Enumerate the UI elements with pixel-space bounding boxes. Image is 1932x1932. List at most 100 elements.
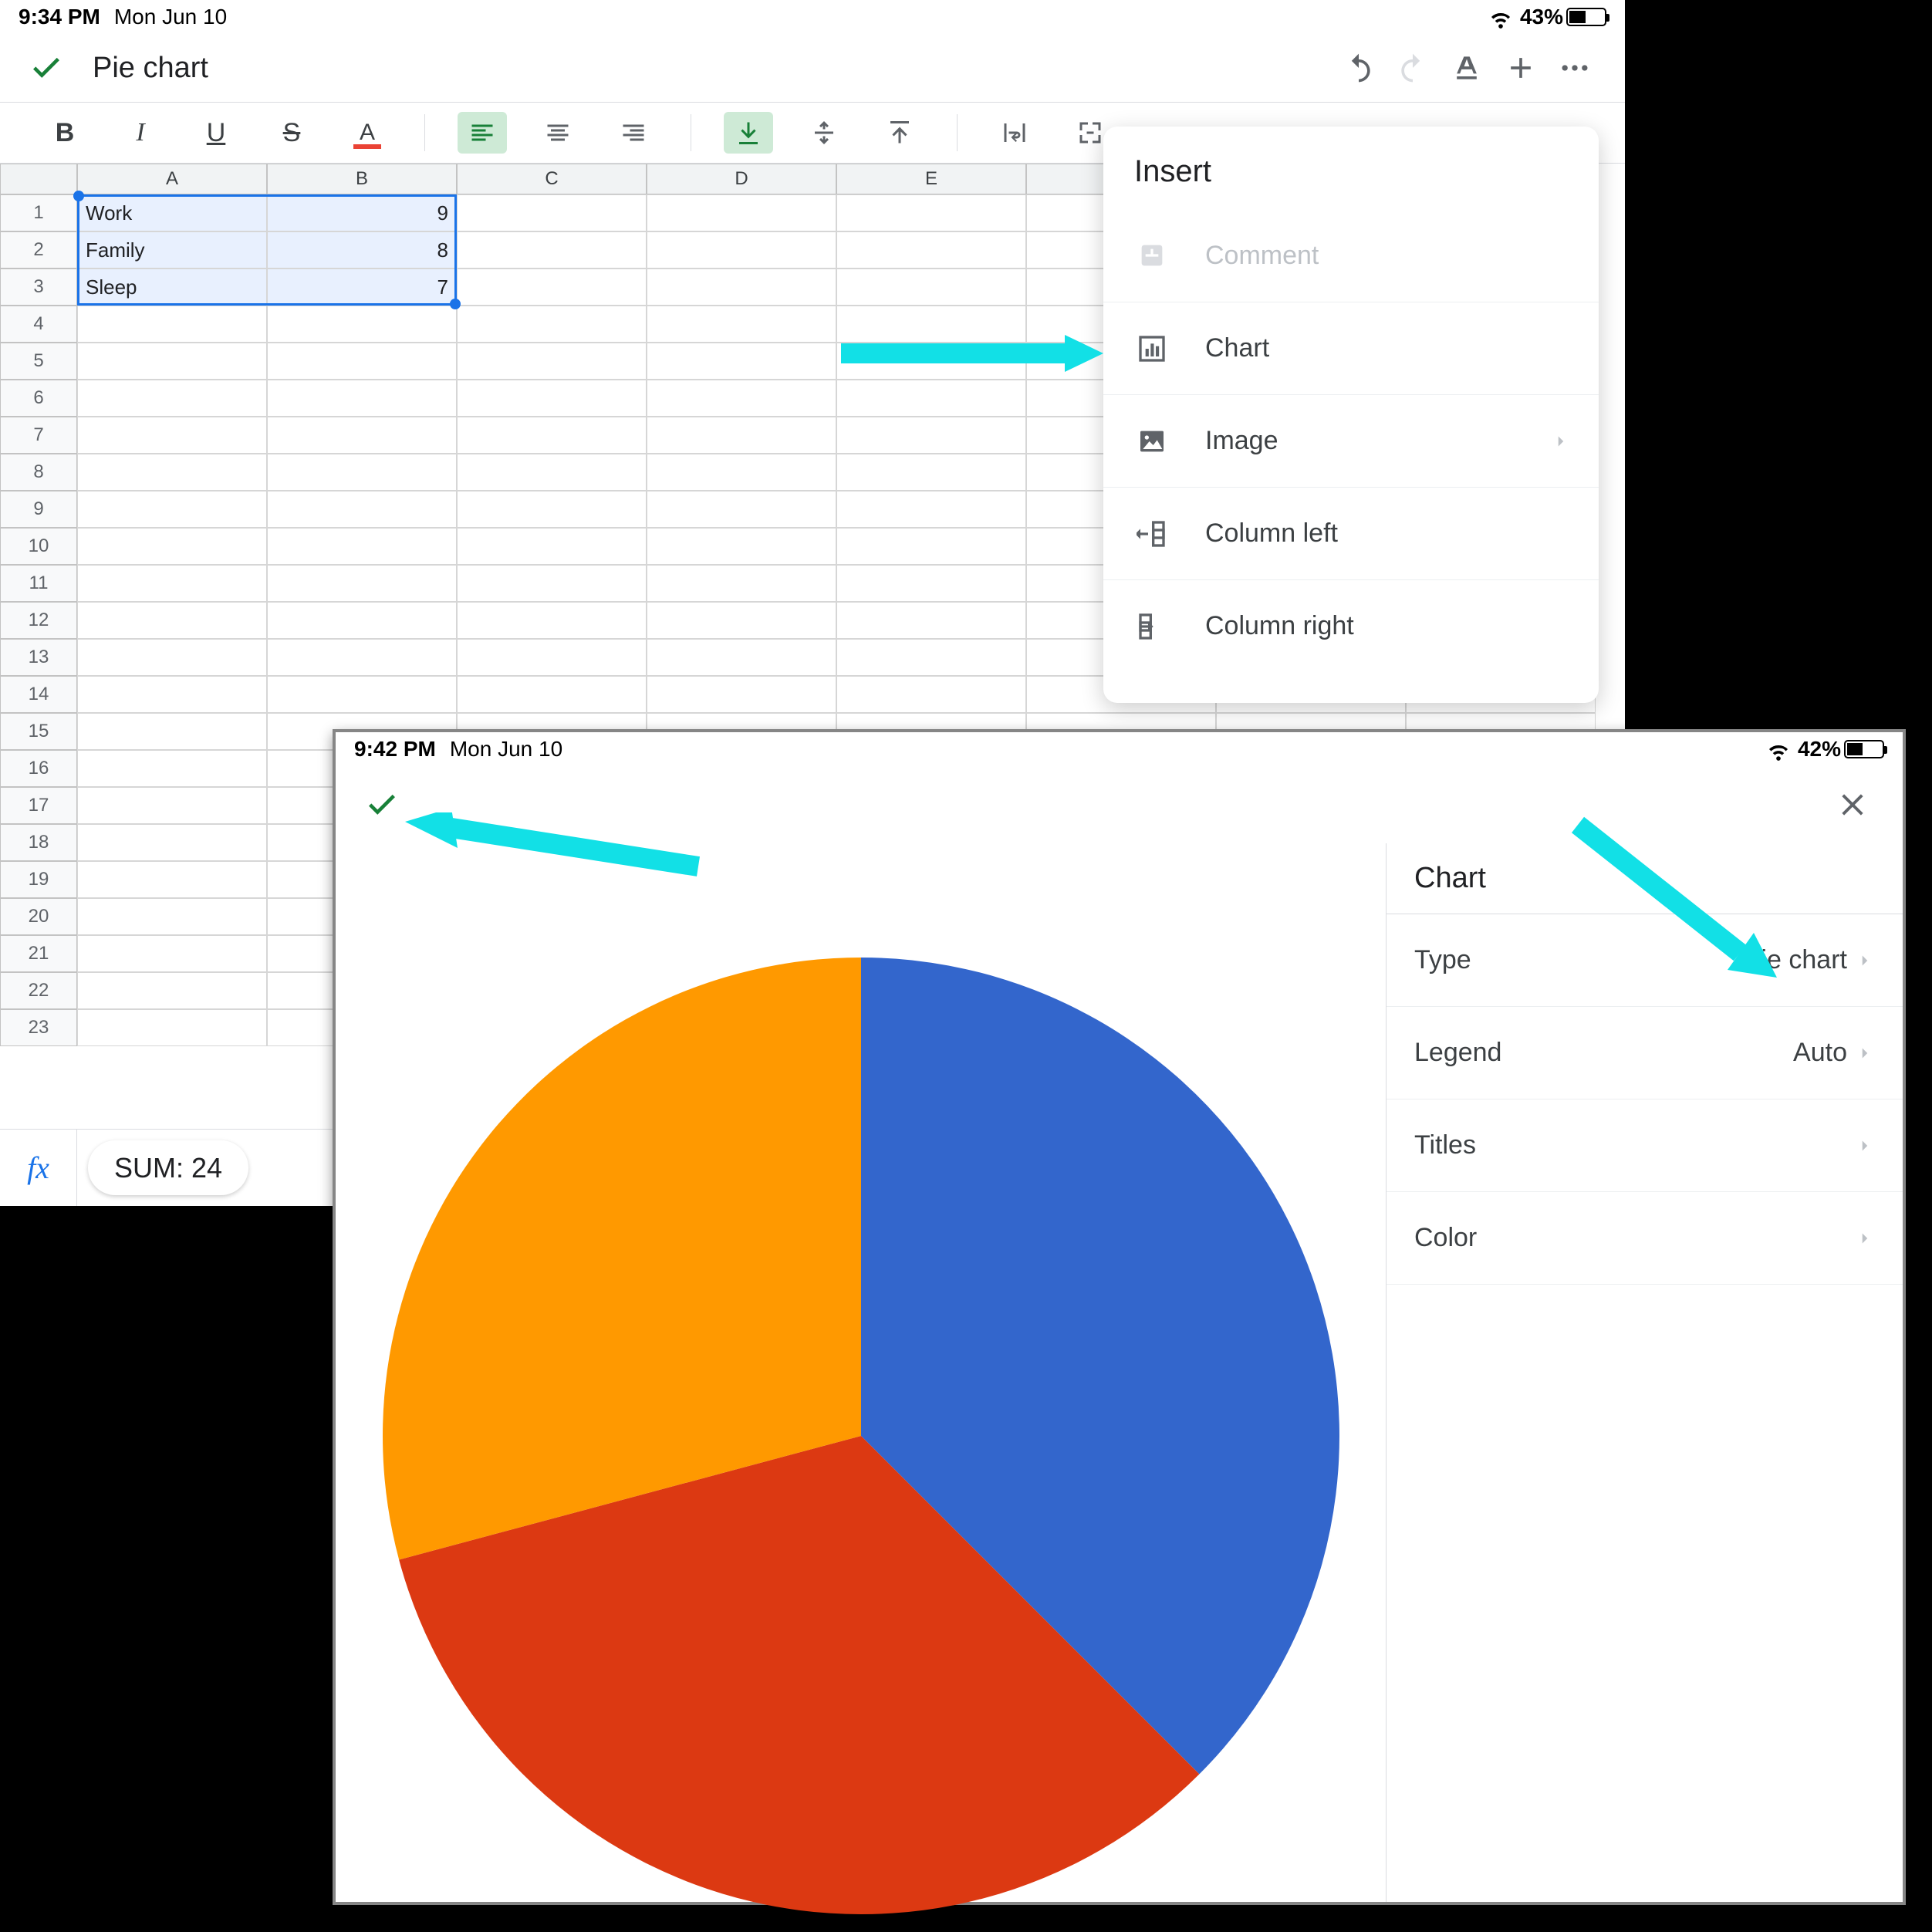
cell[interactable] [457,676,647,713]
cell[interactable] [457,417,647,454]
row-header[interactable]: 21 [0,935,77,972]
valign-bottom-button[interactable] [724,112,773,154]
row-header[interactable]: 13 [0,639,77,676]
undo-button[interactable] [1332,41,1386,95]
cell[interactable] [836,565,1026,602]
row-header[interactable]: 8 [0,454,77,491]
cell[interactable] [77,639,267,676]
cell[interactable] [77,528,267,565]
row-header[interactable]: 9 [0,491,77,528]
cell[interactable] [836,343,1026,380]
text-color-button[interactable]: A [343,112,392,154]
cell[interactable] [77,306,267,343]
more-button[interactable] [1548,41,1602,95]
wrap-button[interactable] [990,112,1039,154]
row-header[interactable]: 6 [0,380,77,417]
cell[interactable] [77,935,267,972]
cell[interactable] [77,417,267,454]
valign-top-button[interactable] [875,112,924,154]
cell[interactable]: 8 [267,231,457,269]
insert-item-column-right[interactable]: Column right [1103,579,1599,672]
cell[interactable] [267,602,457,639]
cell[interactable] [836,491,1026,528]
cell[interactable] [836,602,1026,639]
row-header[interactable]: 12 [0,602,77,639]
cell[interactable] [457,454,647,491]
bold-button[interactable]: B [40,112,90,154]
insert-item-column-left[interactable]: Column left [1103,487,1599,579]
cell[interactable] [77,565,267,602]
cell[interactable] [77,750,267,787]
document-title[interactable]: Pie chart [93,52,208,85]
cell[interactable] [836,380,1026,417]
fx-button[interactable]: fx [0,1130,77,1206]
cell[interactable] [77,824,267,861]
underline-button[interactable]: U [191,112,241,154]
cell[interactable] [836,454,1026,491]
chart-option-color[interactable]: Color [1387,1192,1903,1285]
italic-button[interactable]: I [116,112,165,154]
row-header[interactable]: 7 [0,417,77,454]
cell[interactable]: Sleep [77,269,267,306]
cell[interactable] [267,676,457,713]
row-header[interactable]: 15 [0,713,77,750]
cell[interactable] [647,269,836,306]
cell[interactable] [457,269,647,306]
column-header[interactable]: B [267,164,457,194]
insert-item-image[interactable]: Image [1103,394,1599,487]
insert-button[interactable] [1494,41,1548,95]
cell[interactable] [836,231,1026,269]
cell[interactable] [647,491,836,528]
cell[interactable] [267,380,457,417]
cell[interactable] [647,306,836,343]
cell[interactable] [77,380,267,417]
cell[interactable] [267,639,457,676]
cell[interactable] [267,454,457,491]
cell[interactable] [267,528,457,565]
valign-middle-button[interactable] [799,112,849,154]
cell[interactable] [457,194,647,231]
cell[interactable] [647,676,836,713]
cell[interactable] [647,417,836,454]
row-header[interactable]: 4 [0,306,77,343]
cell[interactable] [647,565,836,602]
cell[interactable] [267,491,457,528]
cell[interactable] [836,417,1026,454]
chart-option-type[interactable]: TypePie chart [1387,914,1903,1007]
cell[interactable] [836,528,1026,565]
cell[interactable] [647,231,836,269]
row-header[interactable]: 23 [0,1009,77,1046]
chart-option-titles[interactable]: Titles [1387,1099,1903,1192]
cell[interactable] [267,343,457,380]
row-header[interactable]: 22 [0,972,77,1009]
cell[interactable] [836,676,1026,713]
cell[interactable] [77,898,267,935]
cell[interactable] [457,231,647,269]
cell[interactable] [457,528,647,565]
cell[interactable] [457,380,647,417]
done-button[interactable] [23,45,69,91]
cell[interactable] [457,565,647,602]
accept-chart-button[interactable] [359,782,405,828]
column-header[interactable]: A [77,164,267,194]
cell[interactable] [77,1009,267,1046]
strikethrough-button[interactable]: S [267,112,316,154]
chart-option-legend[interactable]: LegendAuto [1387,1007,1903,1099]
cell[interactable] [647,343,836,380]
column-header[interactable]: D [647,164,836,194]
cell[interactable] [457,306,647,343]
cell[interactable] [647,528,836,565]
column-header[interactable]: E [836,164,1026,194]
cell[interactable] [77,602,267,639]
row-header[interactable]: 20 [0,898,77,935]
row-header[interactable]: 16 [0,750,77,787]
cell[interactable] [77,676,267,713]
cell[interactable] [267,565,457,602]
cell[interactable] [647,639,836,676]
cell[interactable] [836,306,1026,343]
row-header[interactable]: 3 [0,269,77,306]
align-center-button[interactable] [533,112,583,154]
row-header[interactable]: 17 [0,787,77,824]
cell[interactable]: Family [77,231,267,269]
cell[interactable] [647,194,836,231]
